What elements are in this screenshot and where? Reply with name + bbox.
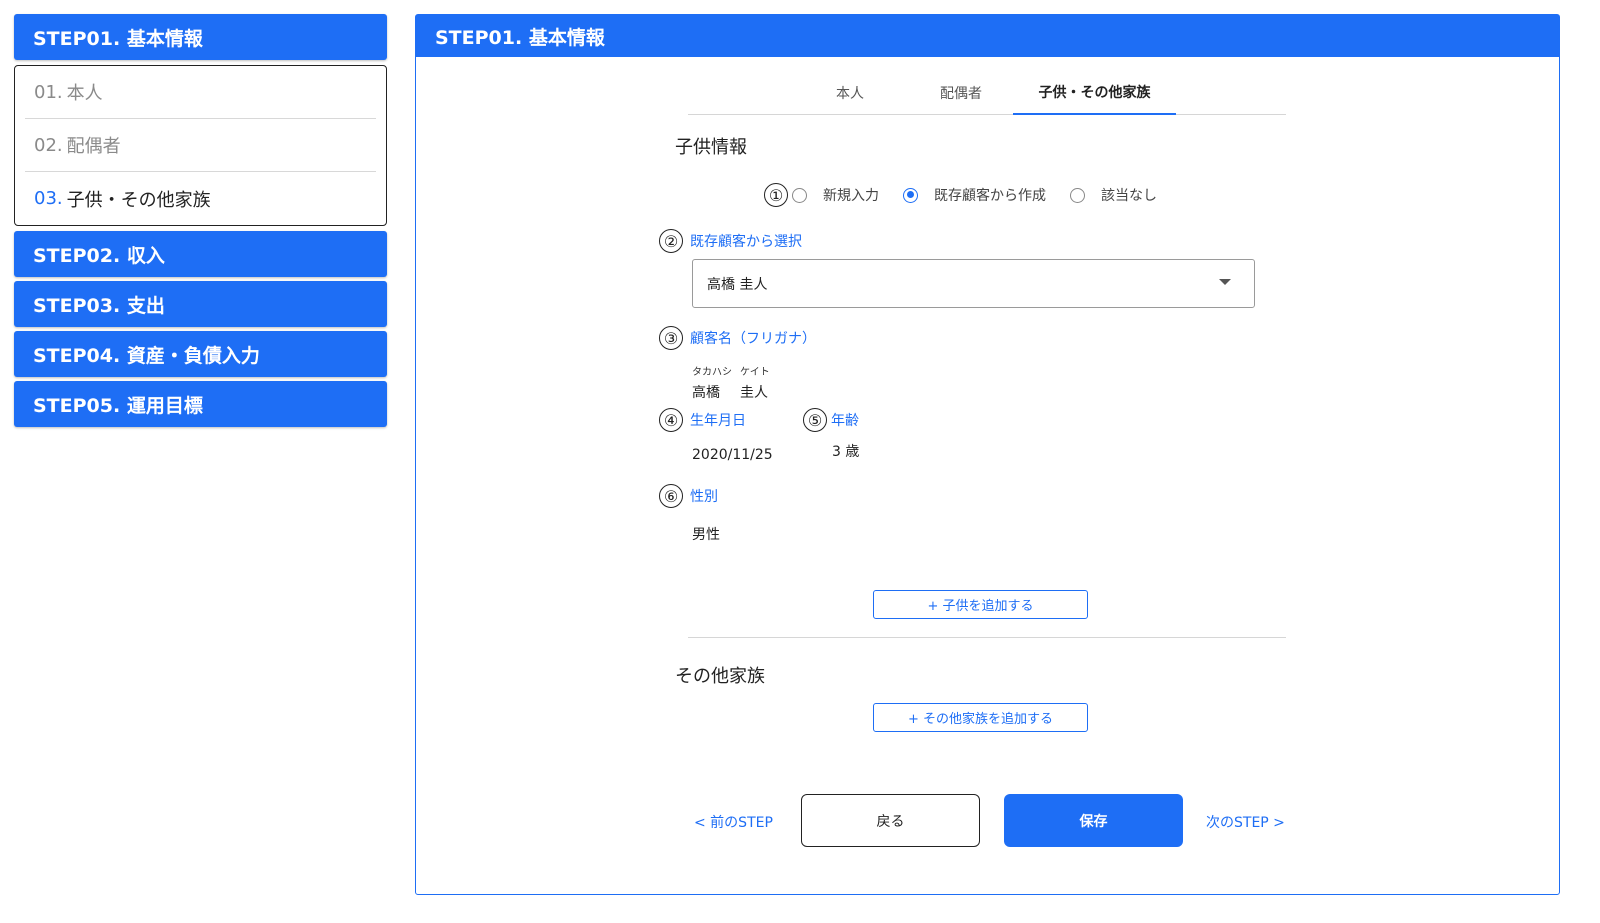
substep-number: 02. xyxy=(34,134,63,156)
gender-label: ⑥ 性別 xyxy=(659,484,718,508)
prev-step-link[interactable]: < 前のSTEP xyxy=(694,812,773,832)
chevron-down-icon xyxy=(1219,279,1231,285)
panel-title: STEP01. 基本情報 xyxy=(416,15,1559,57)
existing-customer-label-text: 既存顧客から選択 xyxy=(690,234,802,250)
radio-label: 新規入力 xyxy=(823,188,879,204)
sidebar-step3-button[interactable]: STEP03. 支出 xyxy=(14,281,387,327)
section-divider xyxy=(688,637,1286,638)
substep-spouse[interactable]: 02. 配偶者 xyxy=(25,119,376,172)
marker-4: ④ xyxy=(659,408,683,432)
sidebar-step1-button[interactable]: STEP01. 基本情報 xyxy=(14,14,387,60)
furigana-first: ケイト xyxy=(740,367,770,378)
select-value: 高橋 圭人 xyxy=(707,276,768,293)
marker-6: ⑥ xyxy=(659,484,683,508)
furigana: タカハシ ケイト xyxy=(692,363,770,378)
age-label: ⑤ 年齢 xyxy=(803,408,859,432)
age-label-text: 年齢 xyxy=(831,413,859,429)
sidebar-step5-button[interactable]: STEP05. 運用目標 xyxy=(14,381,387,427)
existing-customer-select[interactable]: 高橋 圭人 xyxy=(692,259,1255,308)
birthdate-label: ④ 生年月日 xyxy=(659,408,746,432)
substep-self[interactable]: 01. 本人 xyxy=(25,66,376,119)
registration-type-radio-group: ① 新規入力 既存顧客から作成 該当なし xyxy=(764,183,1181,207)
gender-value: 男性 xyxy=(692,527,720,543)
tab-children-family[interactable]: 子供・その他家族 xyxy=(1013,70,1176,115)
marker-3: ③ xyxy=(659,326,683,350)
radio-dot-selected xyxy=(903,187,918,203)
gender-label-text: 性別 xyxy=(690,489,718,505)
radio-dot xyxy=(1070,187,1085,203)
birthdate-value: 2020/11/25 xyxy=(692,447,773,463)
birthdate-label-text: 生年月日 xyxy=(690,413,746,429)
substep-label: 本人 xyxy=(66,83,103,104)
save-button[interactable]: 保存 xyxy=(1004,794,1183,847)
substep-label: 子供・その他家族 xyxy=(66,189,211,211)
radio-label: 既存顧客から作成 xyxy=(934,188,1046,204)
children-section-title: 子供情報 xyxy=(675,137,747,158)
radio-new-input[interactable]: 新規入力 xyxy=(792,185,879,205)
tab-spouse[interactable]: 配偶者 xyxy=(925,70,997,115)
sidebar: STEP01. 基本情報 01. 本人 02. 配偶者 03. 子供・その他家族… xyxy=(14,14,387,427)
marker-1: ① xyxy=(764,183,788,207)
other-family-section-title: その他家族 xyxy=(675,666,765,687)
furigana-last: タカハシ xyxy=(692,367,732,378)
customer-name-label-text: 顧客名（フリガナ） xyxy=(690,331,816,347)
add-other-family-button[interactable]: + その他家族を追加する xyxy=(873,703,1088,732)
marker-5: ⑤ xyxy=(803,408,827,432)
radio-from-existing[interactable]: 既存顧客から作成 xyxy=(903,185,1046,205)
kanji-name: 高橋 圭人 xyxy=(692,382,770,402)
tab-bar: 本人 配偶者 子供・その他家族 xyxy=(688,70,1286,115)
radio-dot xyxy=(792,187,807,203)
tab-self[interactable]: 本人 xyxy=(820,70,880,115)
main-panel: STEP01. 基本情報 本人 配偶者 子供・その他家族 子供情報 ① 新規入力… xyxy=(415,14,1560,895)
radio-label: 該当なし xyxy=(1101,188,1157,204)
customer-name-value: タカハシ ケイト 高橋 圭人 xyxy=(692,363,770,402)
substep-number: 03. xyxy=(34,188,63,209)
sidebar-step2-button[interactable]: STEP02. 収入 xyxy=(14,231,387,277)
substep-children-family[interactable]: 03. 子供・その他家族 xyxy=(25,172,376,225)
existing-customer-label: ② 既存顧客から選択 xyxy=(659,229,802,253)
age-value: 3 歳 xyxy=(832,444,860,460)
substep-list: 01. 本人 02. 配偶者 03. 子供・その他家族 xyxy=(14,65,387,226)
radio-not-applicable[interactable]: 該当なし xyxy=(1070,185,1157,205)
substep-number: 01. xyxy=(34,81,63,103)
sidebar-step4-button[interactable]: STEP04. 資産・負債入力 xyxy=(14,331,387,377)
customer-name-label: ③ 顧客名（フリガナ） xyxy=(659,326,816,350)
substep-label: 配偶者 xyxy=(66,136,121,157)
name-last: 高橋 xyxy=(692,385,720,401)
add-child-button[interactable]: + 子供を追加する xyxy=(873,590,1088,619)
next-step-link[interactable]: 次のSTEP > xyxy=(1206,812,1285,832)
name-first: 圭人 xyxy=(740,385,768,401)
marker-2: ② xyxy=(659,229,683,253)
back-button[interactable]: 戻る xyxy=(801,794,980,847)
